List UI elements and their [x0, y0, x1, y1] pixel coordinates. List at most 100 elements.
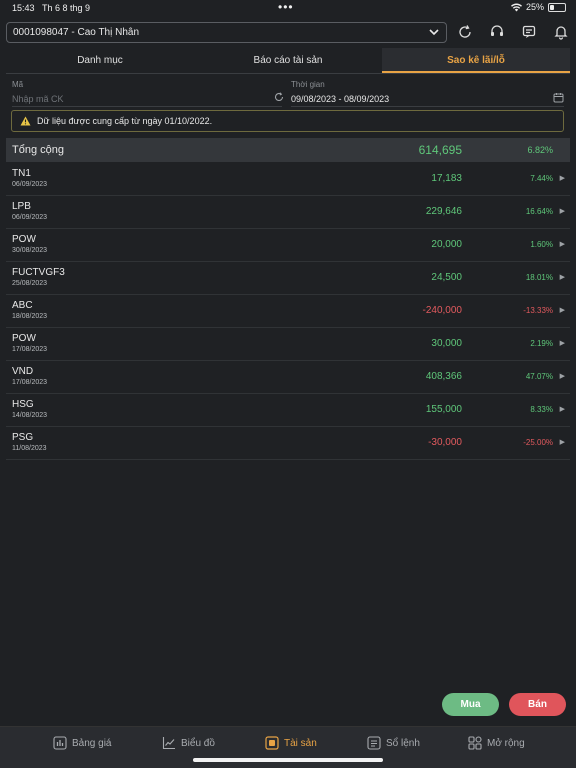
list-item[interactable]: POW 30/08/2023 20,000 1.60% ▶: [6, 229, 570, 262]
battery-percent: 25%: [525, 2, 544, 12]
headset-icon[interactable]: [487, 22, 507, 42]
multitask-dots-icon[interactable]: •••: [278, 0, 294, 14]
stock-code-input[interactable]: Nhập mã CK: [12, 94, 64, 104]
date-range-field[interactable]: 09/08/2023 - 08/09/2023: [291, 94, 389, 104]
list-item[interactable]: PSG 11/08/2023 -30,000 -25.00% ▶: [6, 427, 570, 460]
reset-icon[interactable]: [274, 92, 284, 102]
item-symbol: LPB: [12, 201, 31, 212]
item-symbol: FUCTVGF3: [12, 267, 65, 278]
chevron-right-icon: ▶: [559, 175, 565, 182]
notice-text: Dữ liệu được cung cấp từ ngày 01/10/2022…: [37, 116, 213, 126]
item-value: 30,000: [431, 338, 462, 349]
item-date: 14/08/2023: [12, 412, 48, 419]
item-symbol: POW: [12, 333, 36, 344]
item-date: 17/08/2023: [12, 379, 48, 386]
item-date: 06/09/2023: [12, 214, 48, 221]
item-value: -30,000: [428, 437, 462, 448]
chevron-right-icon: ▶: [559, 307, 565, 314]
item-percent: 8.33%: [530, 405, 553, 414]
list-item[interactable]: HSG 14/08/2023 155,000 8.33% ▶: [6, 394, 570, 427]
assets-icon: [265, 736, 279, 750]
item-symbol: ABC: [12, 300, 33, 311]
nav-label: Tài sản: [284, 737, 317, 749]
list-item[interactable]: VND 17/08/2023 408,366 47.07% ▶: [6, 361, 570, 394]
chevron-right-icon: ▶: [559, 439, 565, 446]
item-percent: 47.07%: [525, 372, 553, 381]
list-item[interactable]: TN1 06/09/2023 17,183 7.44% ▶: [6, 163, 570, 196]
sell-button[interactable]: Bán: [509, 693, 566, 716]
total-value: 614,695: [418, 143, 462, 157]
bell-icon[interactable]: [551, 22, 571, 42]
nav-label: Biểu đồ: [181, 737, 215, 749]
list-item[interactable]: POW 17/08/2023 30,000 2.19% ▶: [6, 328, 570, 361]
item-symbol: PSG: [12, 432, 34, 443]
nav-price-board[interactable]: Bảng giá: [53, 736, 111, 750]
item-percent: -13.33%: [523, 306, 553, 315]
nav-order-book[interactable]: Sổ lệnh: [367, 736, 420, 750]
account-select[interactable]: 0001098047 - Cao Thị Nhân: [6, 22, 447, 43]
item-date: 06/09/2023: [12, 181, 48, 188]
item-percent: 18.01%: [525, 273, 553, 282]
item-date: 11/08/2023: [12, 445, 47, 452]
tab-asset-report[interactable]: Báo cáo tài sản: [194, 48, 382, 73]
item-percent: 7.44%: [530, 174, 553, 183]
nav-more[interactable]: Mở rộng: [468, 736, 525, 750]
filters: Mã Nhập mã CK Thời gian 09/08/2023 - 08/…: [12, 80, 564, 108]
code-label: Mã: [12, 80, 24, 89]
item-value: 20,000: [431, 239, 462, 250]
top-actions: [455, 22, 571, 42]
chevron-right-icon: ▶: [559, 274, 565, 281]
price-board-icon: [53, 736, 67, 750]
list-item[interactable]: FUCTVGF3 25/08/2023 24,500 18.01% ▶: [6, 262, 570, 295]
chevron-right-icon: ▶: [559, 373, 565, 380]
buy-button[interactable]: Mua: [442, 693, 499, 716]
item-date: 17/08/2023: [12, 346, 48, 353]
nav-assets[interactable]: Tài sản: [265, 736, 317, 750]
total-label: Tổng cộng: [12, 144, 64, 156]
item-value: 408,366: [425, 371, 462, 382]
status-time: 15:43: [12, 3, 35, 13]
item-percent: -25.00%: [523, 438, 553, 447]
tab-bar: Danh mục Báo cáo tài sản Sao kê lãi/lỗ: [6, 48, 570, 74]
total-percent: 6.82%: [527, 145, 553, 155]
home-indicator[interactable]: [193, 758, 383, 762]
chevron-right-icon: ▶: [559, 208, 565, 215]
nav-label: Bảng giá: [72, 737, 112, 749]
refresh-icon[interactable]: [455, 22, 475, 42]
list-item[interactable]: ABC 18/08/2023 -240,000 -13.33% ▶: [6, 295, 570, 328]
time-underline: [291, 106, 564, 107]
data-notice: Dữ liệu được cung cấp từ ngày 01/10/2022…: [11, 110, 564, 132]
total-row: Tổng cộng 614,695 6.82%: [6, 138, 570, 162]
item-value: 17,183: [431, 173, 462, 184]
list-item[interactable]: LPB 06/09/2023 229,646 16.64% ▶: [6, 196, 570, 229]
code-underline: [12, 106, 282, 107]
item-value: 155,000: [425, 404, 462, 415]
order-book-icon: [367, 736, 381, 750]
status-right: 25%: [510, 2, 566, 12]
tab-profit-loss-statement[interactable]: Sao kê lãi/lỗ: [382, 48, 570, 73]
message-icon[interactable]: [519, 22, 539, 42]
calendar-icon[interactable]: [553, 92, 564, 103]
chevron-right-icon: ▶: [559, 241, 565, 248]
profit-loss-list: TN1 06/09/2023 17,183 7.44% ▶ LPB 06/09/…: [6, 163, 570, 460]
item-symbol: TN1: [12, 168, 31, 179]
battery-fill: [550, 4, 554, 10]
item-percent: 1.60%: [530, 240, 553, 249]
item-percent: 2.19%: [530, 339, 553, 348]
nav-label: Mở rộng: [487, 737, 525, 749]
item-value: -240,000: [422, 305, 462, 316]
warning-icon: [20, 116, 31, 126]
chevron-right-icon: ▶: [559, 406, 565, 413]
item-symbol: HSG: [12, 399, 34, 410]
chart-icon: [162, 737, 175, 750]
time-label: Thời gian: [291, 80, 325, 89]
item-symbol: VND: [12, 366, 34, 377]
account-value: 0001098047 - Cao Thị Nhân: [13, 27, 140, 38]
nav-chart[interactable]: Biểu đồ: [162, 736, 215, 750]
wifi-icon: [510, 3, 522, 11]
chevron-down-icon: [429, 29, 439, 36]
item-percent: 16.64%: [525, 207, 553, 216]
tab-portfolio[interactable]: Danh mục: [6, 48, 194, 73]
item-value: 229,646: [425, 206, 462, 217]
item-symbol: POW: [12, 234, 36, 245]
